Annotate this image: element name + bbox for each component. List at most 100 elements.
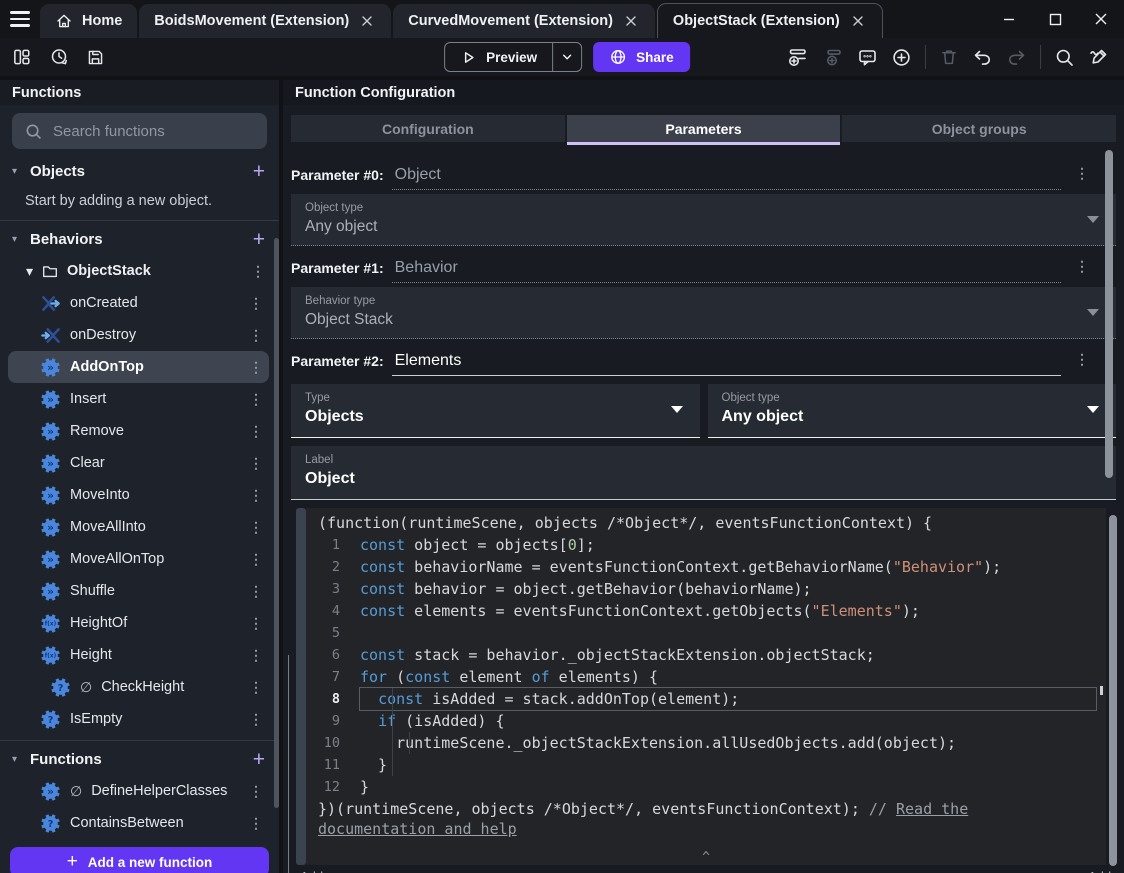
parameter-0-object-type-select[interactable]: Object type Any object	[291, 194, 1116, 246]
add-comment-icon[interactable]	[857, 47, 878, 68]
close-tab-icon[interactable]	[622, 13, 640, 29]
parameter-2-object-type-select[interactable]: Object type Any object	[707, 384, 1116, 438]
parameter-2-menu-icon[interactable]: ⋮	[1075, 351, 1089, 368]
parameter-0-name-input[interactable]: Object	[391, 166, 1061, 190]
undo-icon[interactable]	[972, 47, 993, 68]
code-line-3[interactable]: 3 const behavior = object.getBehavior(beh…	[306, 578, 1106, 600]
code-line-10[interactable]: 10 runtimeScene._objectStackExtension.al…	[306, 732, 1106, 754]
code-line-5[interactable]: 5	[306, 622, 1106, 644]
function-item-height[interactable]: f(x) Height ⋮	[8, 639, 269, 671]
parameter-2-name-input[interactable]: Elements	[391, 352, 1061, 376]
parameter-2-type-select[interactable]: Type Objects	[291, 384, 700, 438]
function-item-moveallontop[interactable]: » MoveAllOnTop ⋮	[8, 543, 269, 575]
behavior-folder-objectstack[interactable]: ▾ ObjectStack ⋮	[0, 255, 279, 287]
section-objects[interactable]: ▾ Objects +	[0, 155, 279, 187]
save-icon[interactable]	[86, 48, 105, 67]
chevron-down-icon[interactable]: ▾	[12, 166, 22, 177]
function-item-heightof[interactable]: f(x) HeightOf ⋮	[8, 607, 269, 639]
search-functions-input[interactable]	[53, 122, 255, 140]
function-menu-icon[interactable]: ⋮	[249, 487, 263, 504]
editor-left-strip[interactable]	[296, 508, 306, 865]
tab-objectstack-extension[interactable]: ObjectStack (Extension)	[656, 3, 883, 38]
editor-scrollbar[interactable]	[1109, 515, 1117, 866]
add-behavior-button[interactable]: +	[253, 229, 265, 250]
function-item-clear[interactable]: » Clear ⋮	[8, 447, 269, 479]
add-event-icon[interactable]	[787, 46, 809, 68]
close-window-button[interactable]	[1078, 0, 1124, 38]
function-item-shuffle[interactable]: » Shuffle ⋮	[8, 575, 269, 607]
search-functions-box[interactable]	[12, 113, 267, 149]
function-menu-icon[interactable]: ⋮	[249, 295, 263, 312]
parameters-scrollbar[interactable]	[1105, 150, 1113, 478]
function-menu-icon[interactable]: ⋮	[249, 679, 263, 696]
tab-home[interactable]: Home	[40, 4, 138, 38]
code-line-9[interactable]: 9 if (isAdded) {	[306, 710, 1106, 732]
tab-curvedmovement-extension[interactable]: CurvedMovement (Extension)	[393, 4, 655, 38]
sidebar-scrollbar[interactable]	[274, 238, 279, 808]
main-menu-icon[interactable]	[0, 0, 40, 38]
function-menu-icon[interactable]: ⋮	[249, 615, 263, 632]
code-line-2[interactable]: 2 const behaviorName = eventsFunctionCont…	[306, 556, 1106, 578]
tab-object-groups[interactable]: Object groups	[842, 115, 1117, 142]
minimize-button[interactable]	[986, 0, 1032, 38]
function-item-containsbetween[interactable]: ? ContainsBetween ⋮	[8, 807, 269, 839]
add-free-function-button[interactable]: +	[253, 749, 265, 770]
function-item-remove[interactable]: » Remove ⋮	[8, 415, 269, 447]
function-item-insert[interactable]: » Insert ⋮	[8, 383, 269, 415]
function-item-addontop[interactable]: » AddOnTop ⋮	[8, 351, 269, 383]
function-menu-icon[interactable]: ⋮	[249, 455, 263, 472]
function-item-ondestroy[interactable]: onDestroy ⋮	[8, 319, 269, 351]
code-line-11[interactable]: 11 }	[306, 754, 1106, 776]
chevron-down-icon[interactable]: ▾	[26, 263, 33, 280]
code-line-4[interactable]: 4 const elements = eventsFunctionContext.…	[306, 600, 1106, 622]
maximize-button[interactable]	[1032, 0, 1078, 38]
function-menu-icon[interactable]: ⋮	[249, 359, 263, 376]
function-item-definehelperclasses[interactable]: » ∅ DefineHelperClasses ⋮	[8, 775, 269, 807]
add-new-function-button[interactable]: + Add a new function	[10, 847, 269, 873]
add-circle-icon[interactable]	[891, 47, 912, 68]
function-menu-icon[interactable]: ⋮	[249, 391, 263, 408]
code-line-7[interactable]: 7 for (const element of elements) {	[306, 666, 1106, 688]
editor-code-area[interactable]: (function(runtimeScene, objects /*Object…	[306, 508, 1106, 865]
js-code-editor[interactable]: (function(runtimeScene, objects /*Object…	[296, 508, 1106, 865]
preview-button[interactable]: Preview	[444, 42, 583, 72]
function-menu-icon[interactable]: ⋮	[249, 815, 263, 832]
search-icon[interactable]	[1054, 47, 1075, 68]
function-item-oncreated[interactable]: onCreated ⋮	[8, 287, 269, 319]
code-line-12[interactable]: 12}	[306, 776, 1106, 798]
add-object-button[interactable]: +	[253, 161, 265, 182]
parameter-2-label-field[interactable]: Label Object	[291, 446, 1116, 500]
function-menu-icon[interactable]: ⋮	[249, 551, 263, 568]
folder-menu-icon[interactable]: ⋮	[251, 263, 265, 280]
code-line-6[interactable]: 6 const stack = behavior._objectStackExte…	[306, 644, 1106, 666]
history-icon[interactable]	[49, 47, 69, 67]
parameter-0-menu-icon[interactable]: ⋮	[1075, 165, 1089, 182]
function-menu-icon[interactable]: ⋮	[249, 783, 263, 800]
chevron-down-icon[interactable]: ▾	[12, 754, 22, 765]
function-menu-icon[interactable]: ⋮	[249, 647, 263, 664]
function-menu-icon[interactable]: ⋮	[249, 583, 263, 600]
section-behaviors[interactable]: ▾ Behaviors +	[0, 223, 279, 255]
parameter-1-name-input[interactable]: Behavior	[391, 259, 1061, 283]
edit-events-icon[interactable]	[1088, 46, 1110, 68]
section-functions[interactable]: ▾ Functions +	[0, 743, 279, 775]
function-item-moveinto[interactable]: » MoveInto ⋮	[8, 479, 269, 511]
function-item-moveallinto[interactable]: » MoveAllInto ⋮	[8, 511, 269, 543]
tab-configuration[interactable]: Configuration	[291, 115, 565, 142]
panels-icon[interactable]	[12, 47, 32, 67]
code-line-8[interactable]: 8 const isAdded = stack.addOnTop(element…	[306, 687, 1106, 711]
documentation-link-line2[interactable]: documentation and help	[306, 821, 1106, 838]
code-line-1[interactable]: 1 const object = objects[0];	[306, 534, 1106, 556]
function-menu-icon[interactable]: ⋮	[249, 423, 263, 440]
parameter-1-behavior-type-select[interactable]: Behavior type Object Stack	[291, 287, 1116, 339]
preview-dropdown-button[interactable]	[552, 43, 581, 71]
close-tab-icon[interactable]	[358, 13, 376, 29]
function-item-isempty[interactable]: ? IsEmpty ⋮	[8, 703, 269, 735]
documentation-link[interactable]: Read the	[896, 800, 968, 818]
function-item-checkheight[interactable]: ? ∅ CheckHeight ⋮	[8, 671, 269, 703]
function-menu-icon[interactable]: ⋮	[249, 327, 263, 344]
share-button[interactable]: Share	[593, 42, 690, 72]
function-menu-icon[interactable]: ⋮	[249, 519, 263, 536]
tab-boidsmovement-extension[interactable]: BoidsMovement (Extension)	[139, 4, 392, 38]
close-tab-icon[interactable]	[849, 13, 867, 29]
